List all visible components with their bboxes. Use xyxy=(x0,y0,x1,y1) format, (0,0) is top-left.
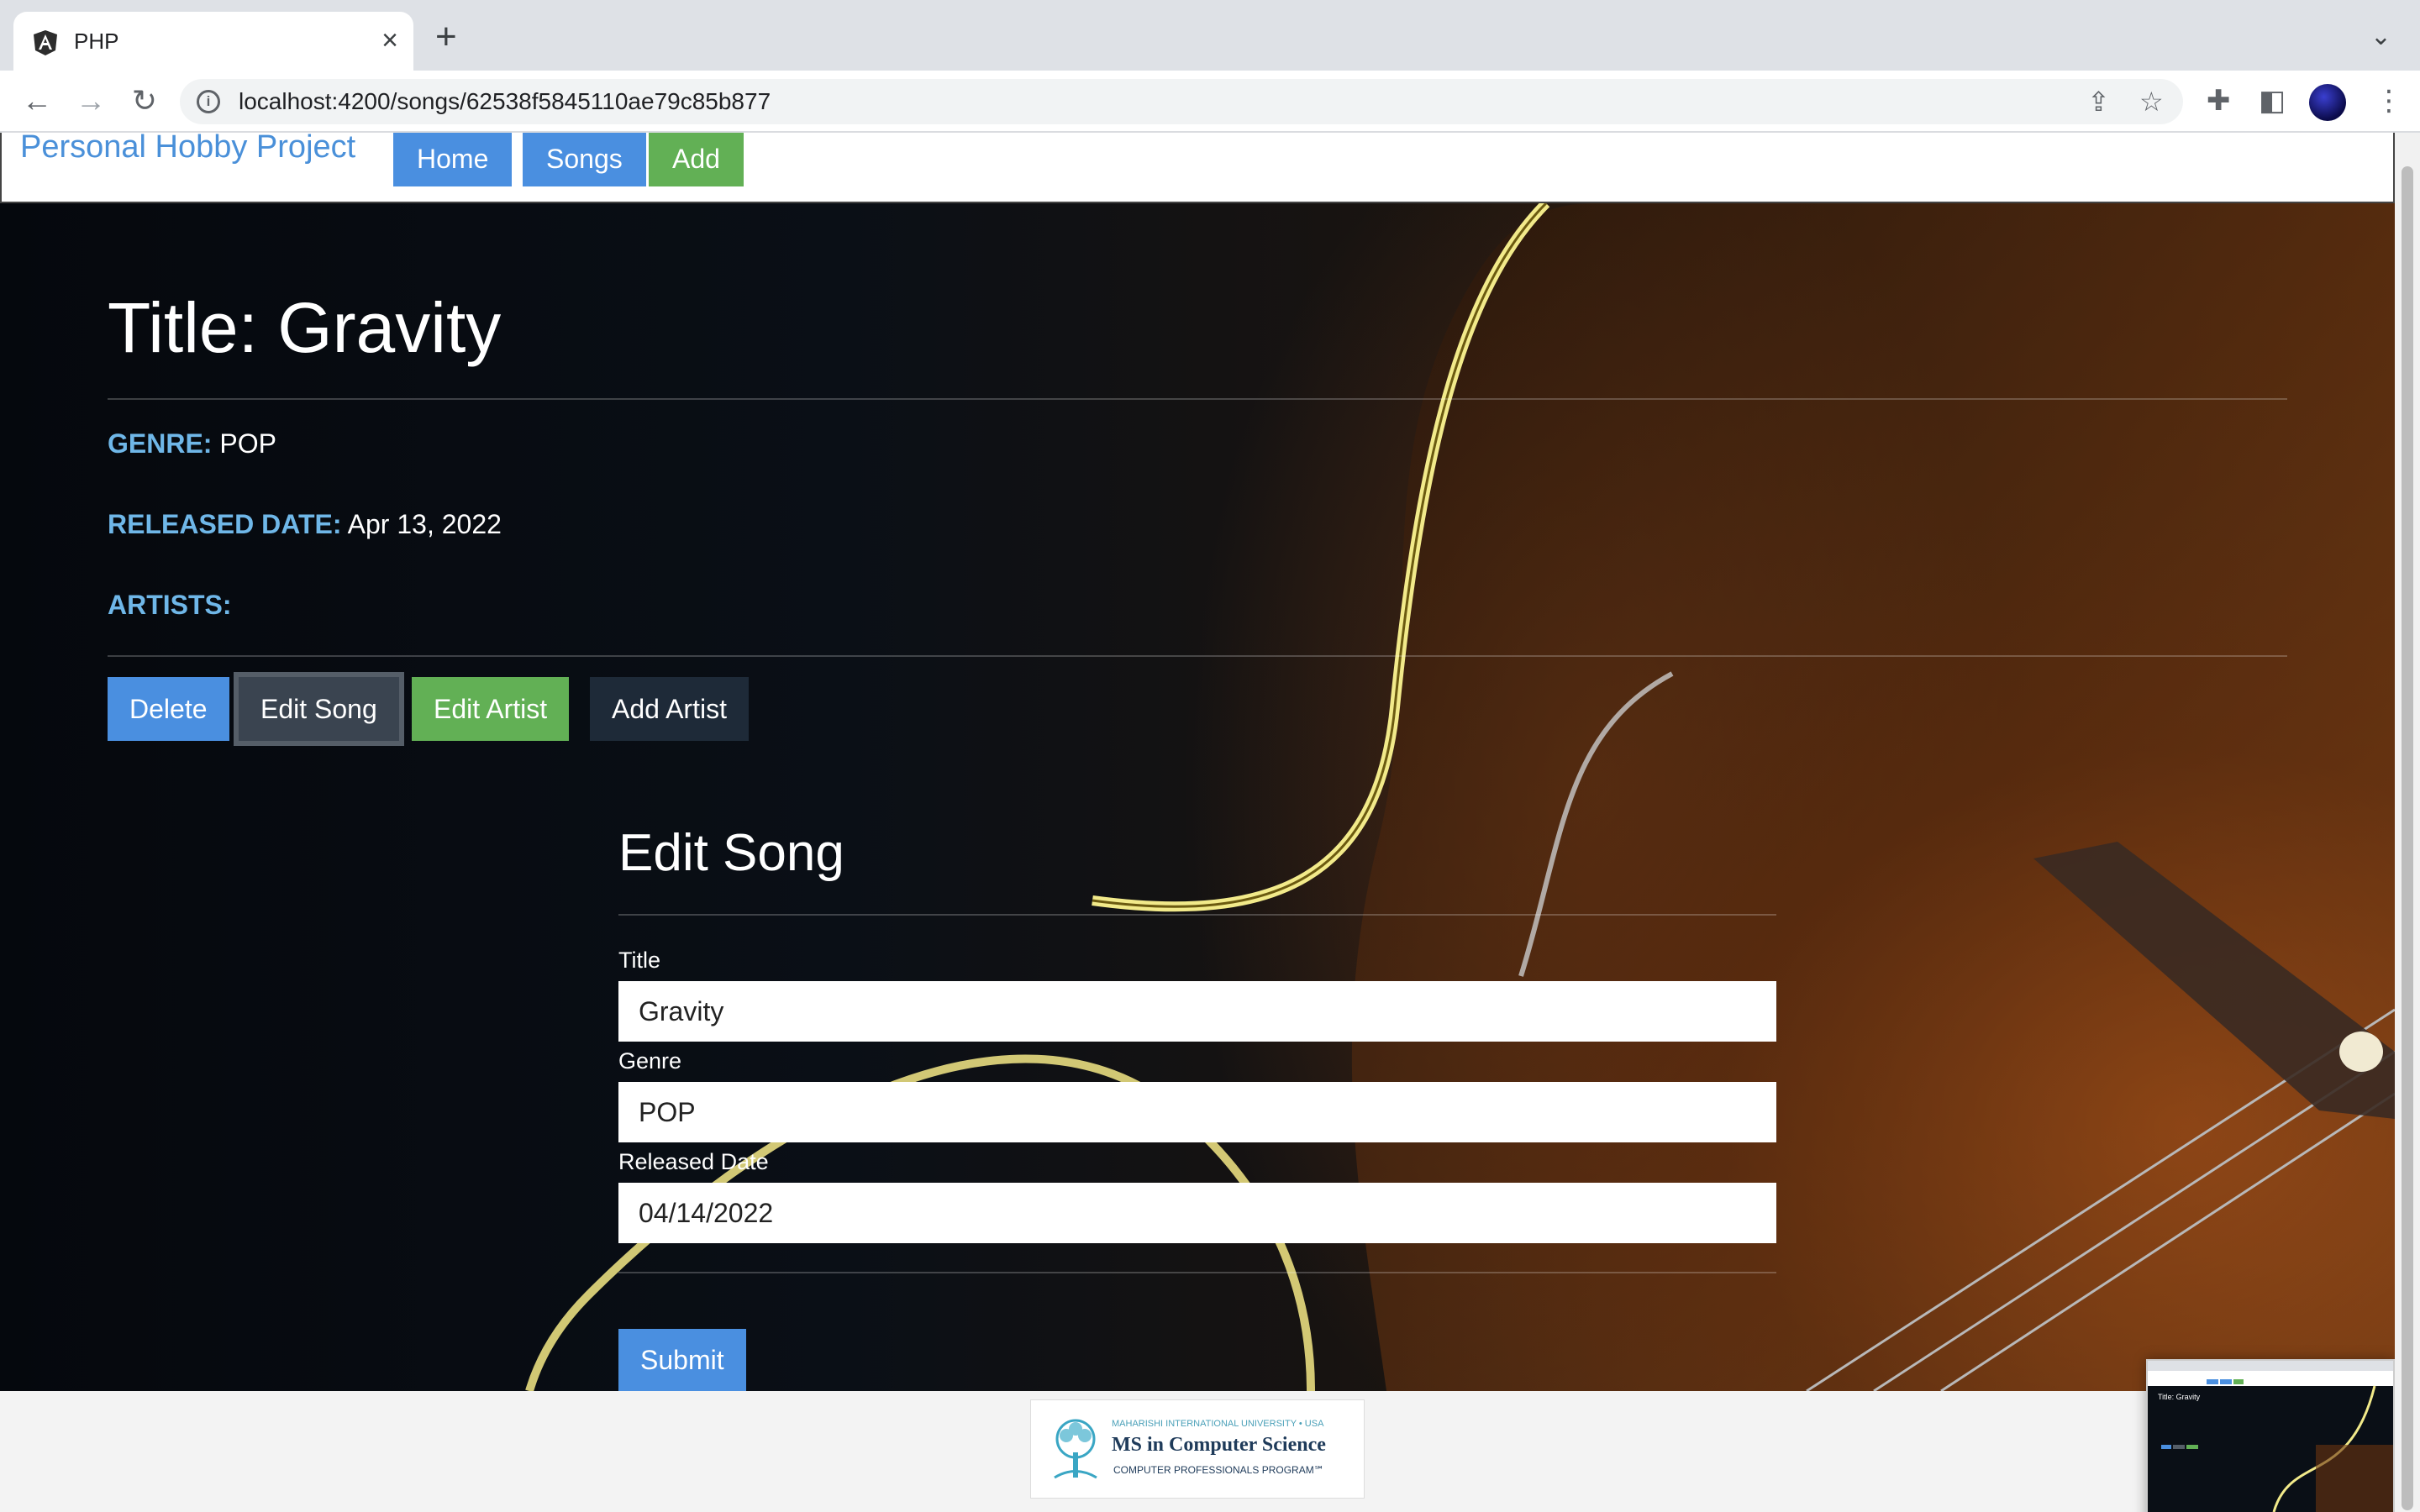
released-date-input[interactable] xyxy=(618,1183,1776,1243)
reload-icon[interactable]: ↻ xyxy=(126,82,163,119)
genre-label: GENRE: xyxy=(108,428,213,459)
add-artist-button[interactable]: Add Artist xyxy=(590,677,749,741)
genre-input[interactable] xyxy=(618,1082,1776,1142)
artists-row: ARTISTS: xyxy=(108,590,232,621)
chevron-down-icon[interactable]: ⌄ xyxy=(2370,22,2391,51)
genre-field-label: Genre xyxy=(618,1048,682,1074)
info-icon[interactable]: i xyxy=(197,90,220,113)
genre-value: POP xyxy=(219,428,276,459)
logo-university-text: MAHARISHI INTERNATIONAL UNIVERSITY • USA xyxy=(1112,1419,1324,1429)
page-scrollbar[interactable] xyxy=(2395,133,2420,1512)
angular-favicon-icon xyxy=(34,30,57,55)
tab-title: PHP xyxy=(74,29,119,54)
released-date-field-label: Released Date xyxy=(618,1149,769,1174)
divider xyxy=(618,914,1776,916)
delete-button[interactable]: Delete xyxy=(108,677,229,741)
edit-artist-button[interactable]: Edit Artist xyxy=(412,677,570,741)
profile-avatar[interactable] xyxy=(2309,84,2346,121)
browser-tab-bar: PHP × + ⌄ xyxy=(0,0,2420,71)
submit-button[interactable]: Submit xyxy=(618,1329,746,1391)
released-value: Apr 13, 2022 xyxy=(347,509,502,539)
back-icon[interactable]: ← xyxy=(18,82,55,119)
footer: MAHARISHI INTERNATIONAL UNIVERSITY • USA… xyxy=(0,1391,2395,1512)
star-icon[interactable]: ☆ xyxy=(2139,86,2164,118)
genre-row: GENRE: POP xyxy=(108,428,276,459)
title-input[interactable] xyxy=(618,981,1776,1042)
address-bar[interactable]: i localhost:4200/songs/62538f5845110ae79… xyxy=(180,79,2183,124)
url-text: localhost:4200/songs/62538f5845110ae79c8… xyxy=(239,88,771,114)
nav-add-link[interactable]: Add xyxy=(649,133,744,186)
released-row: RELEASED DATE: Apr 13, 2022 xyxy=(108,509,502,540)
title-field-label: Title xyxy=(618,948,661,973)
share-icon[interactable]: ⇪ xyxy=(2087,86,2110,118)
browser-tab[interactable]: PHP × xyxy=(13,12,413,71)
artists-label: ARTISTS: xyxy=(108,590,232,620)
university-logo: MAHARISHI INTERNATIONAL UNIVERSITY • USA… xyxy=(1030,1399,1365,1499)
song-detail-section: Title: Gravity GENRE: POP RELEASED DATE:… xyxy=(0,203,2395,1391)
scrollbar-thumb[interactable] xyxy=(2402,166,2413,1510)
released-label: RELEASED DATE: xyxy=(108,509,342,539)
top-navbar: Personal Hobby Project Home Songs Add xyxy=(0,133,2395,203)
puzzle-icon[interactable]: ✚ xyxy=(2207,84,2231,118)
song-title-heading: Title: Gravity xyxy=(108,288,502,367)
brand-link[interactable]: Personal Hobby Project xyxy=(20,133,355,165)
close-icon[interactable]: × xyxy=(381,24,398,57)
forward-icon[interactable]: → xyxy=(72,82,109,119)
logo-program-text: MS in Computer Science xyxy=(1112,1434,1326,1456)
edit-song-heading: Edit Song xyxy=(618,824,844,882)
tree-logo-icon xyxy=(1054,1419,1097,1479)
preview-image xyxy=(2148,1361,2393,1512)
kebab-menu-icon[interactable]: ⋮ xyxy=(2375,84,2403,118)
nav-songs-link[interactable]: Songs xyxy=(523,133,646,186)
logo-subtitle-text: COMPUTER PROFESSIONALS PROGRAM℠ xyxy=(1113,1464,1324,1476)
preview-title: Title: Gravity xyxy=(2158,1393,2201,1401)
edit-song-button[interactable]: Edit Song xyxy=(239,677,399,741)
divider xyxy=(108,655,2287,657)
nav-home-link[interactable]: Home xyxy=(393,133,513,186)
sidebar-icon[interactable]: ◧ xyxy=(2259,84,2286,118)
screen-preview-thumbnail[interactable]: Title: Gravity xyxy=(2146,1359,2395,1512)
browser-toolbar: ← → ↻ i localhost:4200/songs/62538f58451… xyxy=(0,71,2420,133)
divider xyxy=(108,398,2287,400)
plus-icon[interactable]: + xyxy=(435,18,457,55)
page-viewport: Personal Hobby Project Home Songs Add Ti… xyxy=(0,133,2395,1512)
divider xyxy=(618,1272,1776,1273)
